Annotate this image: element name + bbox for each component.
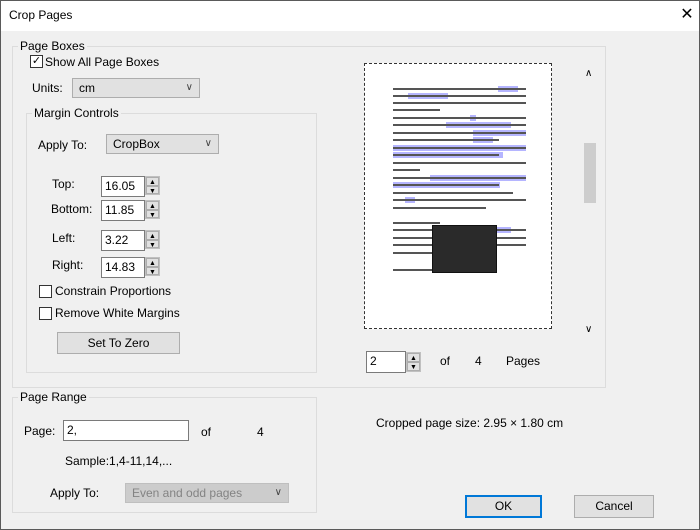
preview-text-line <box>393 207 487 209</box>
page-range-of-label: of <box>201 425 212 439</box>
preview-text-line <box>393 184 500 186</box>
chevron-down-icon: ∨ <box>274 487 282 498</box>
spin-up-icon[interactable]: ▲ <box>146 177 159 186</box>
preview-pages-label: Pages <box>506 354 541 368</box>
close-icon[interactable]: ✕ <box>677 5 697 25</box>
dialog-title: Crop Pages <box>9 8 73 22</box>
preview-text-line <box>393 139 500 141</box>
page-range-input[interactable]: 2, <box>63 420 189 441</box>
apply-to-value: CropBox <box>113 137 160 151</box>
preview-of-label: of <box>440 354 451 368</box>
apply-to-label: Apply To: <box>38 138 88 152</box>
scroll-down-icon[interactable]: ∨ <box>585 324 592 335</box>
title-bar: Crop Pages ✕ <box>1 1 699 31</box>
spin-down-icon[interactable]: ▼ <box>146 266 159 276</box>
remove-white-margins-label: Remove White Margins <box>55 306 180 320</box>
right-spinner[interactable]: ▲ ▼ <box>145 257 160 276</box>
preview-text-line <box>393 199 526 201</box>
range-apply-to-value: Even and odd pages <box>132 486 243 500</box>
preview-text-line <box>393 102 526 104</box>
spin-down-icon[interactable]: ▼ <box>146 239 159 249</box>
ok-button[interactable]: OK <box>465 495 542 518</box>
preview-text-line <box>393 109 440 111</box>
units-select[interactable]: cm ∨ <box>72 78 200 98</box>
preview-text-line <box>393 154 500 156</box>
margin-controls-label: Margin Controls <box>32 106 121 120</box>
preview-total-pages: 4 <box>475 354 482 368</box>
left-input[interactable]: 3.22 <box>101 230 145 251</box>
preview-text-line <box>393 147 526 149</box>
left-spinner[interactable]: ▲ ▼ <box>145 230 160 249</box>
preview-text-line <box>393 88 526 90</box>
cropped-page-size: Cropped page size: 2.95 × 1.80 cm <box>376 416 564 430</box>
chevron-down-icon: ∨ <box>185 82 193 93</box>
scrollbar-thumb[interactable] <box>584 143 596 203</box>
range-apply-to-select[interactable]: Even and odd pages ∨ <box>125 483 289 503</box>
range-apply-to-label: Apply To: <box>50 486 100 500</box>
preview-text-line <box>393 222 440 224</box>
apply-to-select[interactable]: CropBox ∨ <box>106 134 219 154</box>
remove-white-margins-checkbox[interactable] <box>39 307 52 320</box>
units-value: cm <box>79 81 95 95</box>
bottom-spinner[interactable]: ▲ ▼ <box>145 200 160 219</box>
right-input[interactable]: 14.83 <box>101 257 145 278</box>
page-range-total: 4 <box>257 425 264 439</box>
preview-page-spinner[interactable]: ▲ ▼ <box>406 352 421 372</box>
preview-text-line <box>393 117 526 119</box>
sample-hint: Sample:1,4-11,14,... <box>65 454 173 468</box>
spin-down-icon[interactable]: ▼ <box>146 209 159 219</box>
preview-text-line <box>393 252 433 254</box>
spin-up-icon[interactable]: ▲ <box>146 258 159 267</box>
show-all-page-boxes-checkbox[interactable]: ✓ <box>30 55 43 68</box>
spin-up-icon[interactable]: ▲ <box>146 201 159 210</box>
units-label: Units: <box>32 81 63 95</box>
constrain-proportions-checkbox[interactable] <box>39 285 52 298</box>
preview-text-line <box>393 162 526 164</box>
bottom-label: Bottom: <box>51 202 93 216</box>
top-input[interactable]: 16.05 <box>101 176 145 197</box>
spin-down-icon[interactable]: ▼ <box>146 185 159 195</box>
set-to-zero-button[interactable]: Set To Zero <box>57 332 180 354</box>
show-all-page-boxes-label: Show All Page Boxes <box>45 55 160 69</box>
preview-text-line <box>393 132 526 134</box>
page-boxes-label: Page Boxes <box>18 39 87 53</box>
preview-embedded-image <box>432 225 497 273</box>
preview-text-line <box>393 95 526 97</box>
constrain-proportions-label: Constrain Proportions <box>55 284 172 298</box>
page-preview[interactable] <box>364 63 552 329</box>
chevron-down-icon: ∨ <box>204 138 212 149</box>
page-range-label: Page Range <box>18 390 89 404</box>
spin-up-icon[interactable]: ▲ <box>407 353 420 362</box>
cancel-button[interactable]: Cancel <box>574 495 654 518</box>
spin-up-icon[interactable]: ▲ <box>146 231 159 240</box>
preview-text-line <box>393 124 526 126</box>
top-label: Top: <box>52 177 75 191</box>
preview-page-input[interactable]: 2 <box>366 351 406 373</box>
left-label: Left: <box>52 231 76 245</box>
bottom-input[interactable]: 11.85 <box>101 200 145 221</box>
spin-down-icon[interactable]: ▼ <box>407 362 420 371</box>
preview-text-line <box>393 169 420 171</box>
page-label: Page: <box>24 424 56 438</box>
preview-text-line <box>393 192 513 194</box>
preview-scrollbar[interactable]: ∧ ∨ <box>582 62 598 342</box>
preview-text-line <box>393 177 526 179</box>
right-label: Right: <box>52 258 84 272</box>
scroll-up-icon[interactable]: ∧ <box>585 68 592 79</box>
top-spinner[interactable]: ▲ ▼ <box>145 176 160 195</box>
